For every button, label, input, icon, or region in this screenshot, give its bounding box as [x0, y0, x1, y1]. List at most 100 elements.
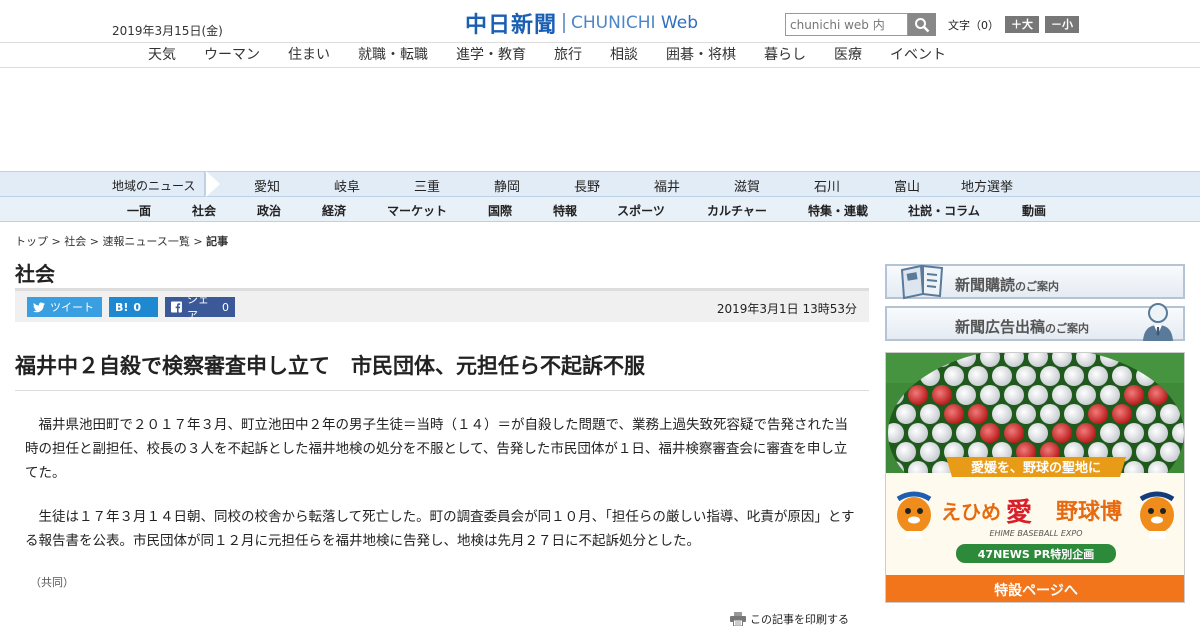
search-input[interactable] — [785, 13, 908, 36]
service-nav-item[interactable]: 囲碁・将棋 — [666, 44, 736, 64]
region-nav-item[interactable]: 福井 — [654, 176, 680, 195]
breadcrumb-separator: > — [86, 235, 103, 248]
publish-date: 2019年3月1日 13時53分 — [716, 302, 857, 316]
flower-pot — [1004, 423, 1024, 443]
subscription-banner[interactable]: 新聞購読のご案内 — [885, 264, 1185, 300]
breadcrumb-section[interactable]: 社会 — [64, 235, 86, 248]
ad-illustration: 愛媛を、野球の聖地に えひめ 愛 野球博 EHIME BASEBALL EXPO… — [886, 353, 1185, 602]
service-nav: 天気 ウーマン 住まい 就職・転職 進学・教育 旅行 相談 囲碁・将棋 暮らし … — [148, 44, 974, 64]
flower-pot — [1124, 385, 1144, 405]
flower-pot — [1016, 366, 1036, 386]
flower-pot — [896, 442, 916, 462]
advertising-banner[interactable]: 新聞広告出稿のご案内 — [885, 303, 1185, 341]
flower-pot — [1136, 442, 1156, 462]
main-nav-item[interactable]: 政治 — [257, 202, 281, 219]
facebook-share-button[interactable]: シェア 0 — [165, 293, 235, 322]
flower-pot — [1112, 404, 1132, 424]
nav-divider — [0, 67, 1200, 68]
flower-pot — [1076, 423, 1096, 443]
main-nav-item[interactable]: 特集・連載 — [808, 202, 868, 219]
facebook-icon — [171, 301, 182, 313]
tweet-button[interactable]: ツイート — [27, 297, 102, 317]
facebook-share-count: 0 — [222, 300, 229, 314]
article-paragraph: 生徒は１７年３月１４日朝、同校の校舎から転落して死亡した。町の調査委員会が同１０… — [25, 509, 855, 549]
article-paragraph: 福井県池田町で２０１７年３月、町立池田中２年の男子生徒＝当時（１４）＝が自殺した… — [25, 417, 848, 481]
flower-pot — [920, 404, 940, 424]
service-nav-item[interactable]: ウーマン — [204, 44, 260, 64]
hatena-label: B! — [115, 300, 129, 314]
region-nav-item[interactable]: 地方選挙 — [961, 176, 1013, 195]
search-button[interactable] — [908, 13, 936, 36]
breadcrumb-list[interactable]: 速報ニュース一覧 — [102, 235, 189, 248]
breadcrumb: トップ > 社会 > 速報ニュース一覧 > 記事 — [15, 233, 228, 249]
region-nav-item[interactable]: 愛知 — [254, 176, 280, 195]
font-size-down-button[interactable]: －小 — [1045, 16, 1079, 33]
ad-title-a: えひめ — [941, 500, 1001, 524]
region-nav-item[interactable]: 三重 — [414, 176, 440, 195]
breadcrumb-current: 記事 — [206, 235, 229, 248]
flower-pot — [1088, 366, 1108, 386]
main-nav-item[interactable]: カルチャー — [707, 202, 767, 219]
region-nav-item[interactable]: 静岡 — [494, 176, 520, 195]
flower-pot — [1124, 423, 1144, 443]
expo-ad-banner[interactable]: 愛媛を、野球の聖地に えひめ 愛 野球博 EHIME BASEBALL EXPO… — [885, 352, 1185, 603]
region-nav-item[interactable]: 岐阜 — [334, 176, 360, 195]
article-headline: 福井中２自殺で検察審査申し立て 市民団体、元担任ら不起訴不服 — [15, 354, 645, 378]
main-nav-item[interactable]: スポーツ — [617, 202, 665, 219]
breadcrumb-top[interactable]: トップ — [15, 235, 48, 248]
share-bar: ツイート B! 0 シェア 0 2019年3月1日 13時53分 — [15, 288, 869, 322]
font-size-up-button[interactable]: ＋大 — [1005, 16, 1039, 33]
ad-pr-label: 47NEWS PR特別企画 — [978, 547, 1094, 561]
main-nav-item[interactable]: 社説・コラム — [908, 202, 980, 219]
flower-pot — [980, 385, 1000, 405]
flower-pot — [1136, 404, 1156, 424]
flower-pot — [1112, 366, 1132, 386]
flower-pot — [1016, 404, 1036, 424]
breadcrumb-separator: > — [189, 235, 207, 248]
service-nav-item[interactable]: 天気 — [148, 44, 176, 64]
main-nav-item[interactable]: 特報 — [553, 202, 577, 219]
flower-pot — [968, 366, 988, 386]
flower-pot — [1052, 385, 1072, 405]
main-nav-item[interactable]: 経済 — [322, 202, 346, 219]
region-nav-item[interactable]: 石川 — [814, 176, 840, 195]
flower-pot — [1004, 385, 1024, 405]
ad-title-en: EHIME BASEBALL EXPO — [989, 529, 1082, 538]
ad-title-b: 愛 — [1006, 498, 1032, 528]
main-nav-item[interactable]: 動画 — [1022, 202, 1046, 219]
service-nav-item[interactable]: 住まい — [288, 44, 330, 64]
flower-pot — [1028, 423, 1048, 443]
service-nav-item[interactable]: イベント — [890, 44, 946, 64]
flower-pot — [908, 385, 928, 405]
flower-pot — [1040, 404, 1060, 424]
main-nav-item[interactable]: 一面 — [127, 202, 151, 219]
flower-pot — [1184, 480, 1185, 500]
region-nav-item[interactable]: 滋賀 — [734, 176, 760, 195]
service-nav-item[interactable]: 医療 — [834, 44, 862, 64]
main-nav: 一面 社会 政治 経済 マーケット 国際 特報 スポーツ カルチャー 特集・連載… — [0, 197, 1200, 222]
flower-pot — [1160, 404, 1180, 424]
tweet-label: ツイート — [50, 301, 94, 314]
region-arrow — [206, 171, 220, 197]
header-date: 2019年3月15日(金) — [112, 24, 223, 38]
subscription-banner-main: 新聞購読 — [955, 276, 1016, 294]
headline-divider — [15, 390, 869, 391]
flower-pot — [992, 404, 1012, 424]
ad-cta: 特設ページへ — [994, 582, 1078, 599]
service-nav-item[interactable]: 暮らし — [764, 44, 806, 64]
service-nav-item[interactable]: 就職・転職 — [358, 44, 428, 64]
hatena-bookmark-button[interactable]: B! 0 — [109, 297, 158, 317]
main-nav-item[interactable]: 国際 — [488, 202, 512, 219]
print-link[interactable]: この記事を印刷する — [730, 611, 849, 627]
service-nav-item[interactable]: 旅行 — [554, 44, 582, 64]
main-nav-item[interactable]: 社会 — [192, 202, 216, 219]
region-nav-item[interactable]: 富山 — [894, 176, 920, 195]
flower-pot — [1064, 366, 1084, 386]
search-icon — [915, 17, 930, 32]
font-size-control: 文字（0） ＋大 －小 — [948, 16, 1079, 33]
service-nav-item[interactable]: 進学・教育 — [456, 44, 526, 64]
main-nav-item[interactable]: マーケット — [387, 202, 447, 219]
site-logo[interactable]: 中日新聞 CHUNICHI Web — [465, 10, 698, 38]
region-nav-item[interactable]: 長野 — [574, 176, 600, 195]
service-nav-item[interactable]: 相談 — [610, 44, 638, 64]
